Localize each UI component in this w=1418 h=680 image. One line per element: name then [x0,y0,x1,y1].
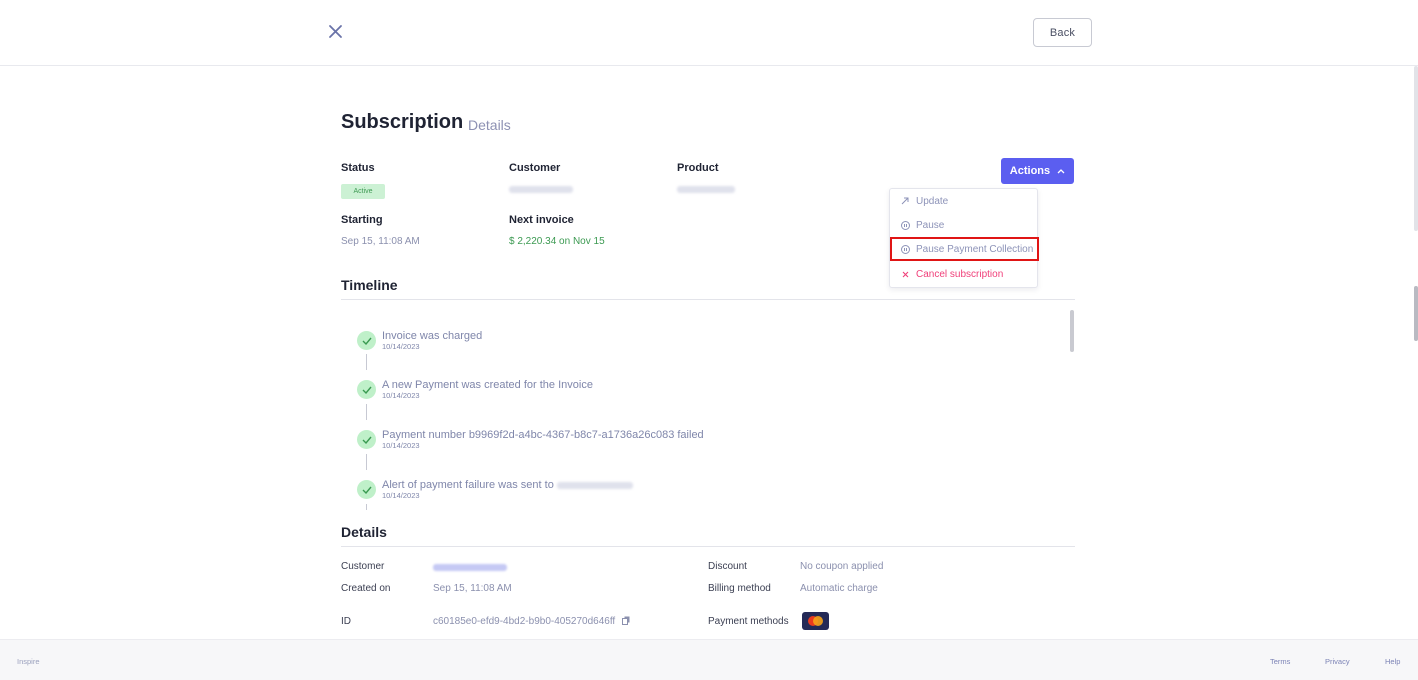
next-invoice-label: Next invoice [509,214,574,226]
timeline-event-title: Payment number b9969f2d-a4bc-4367-b8c7-a… [382,429,704,441]
menu-item-label: Update [916,195,949,207]
timeline-event-date: 10/14/2023 [382,491,420,500]
timeline-event-title: Alert of payment failure was sent to [382,479,633,491]
timeline-connector [366,404,367,420]
actions-button[interactable]: Actions [1001,158,1074,184]
starting-value: Sep 15, 11:08 AM [341,236,420,247]
check-icon [357,331,376,350]
chevron-up-icon [1057,165,1065,177]
details-customer-label: Customer [341,561,385,572]
pause-circle-icon [900,244,910,254]
timeline-event-title: A new Payment was created for the Invoic… [382,379,593,391]
details-billing-label: Billing method [708,583,771,594]
details-discount-value: No coupon applied [800,561,884,572]
scrollbar-thumb[interactable] [1414,286,1418,341]
status-label: Status [341,162,375,174]
x-icon [900,269,910,279]
status-badge: Active [341,184,385,199]
copy-icon[interactable] [621,616,630,625]
customer-link[interactable] [433,564,507,571]
menu-item-pause[interactable]: Pause [890,213,1039,237]
footer-link-privacy[interactable]: Privacy [1325,657,1350,666]
details-divider [341,546,1075,547]
menu-item-label: Cancel subscription [916,268,1004,280]
menu-item-update[interactable]: Update [890,189,1039,213]
timeline-list[interactable]: Invoice was charged 10/14/2023 A new Pay… [341,310,1075,510]
timeline-event-date: 10/14/2023 [382,441,420,450]
timeline-event: Payment number b9969f2d-a4bc-4367-b8c7-a… [341,423,1061,453]
pause-circle-icon [900,220,910,230]
footer-brand: Inspire [17,657,40,666]
timeline-divider [341,299,1075,300]
menu-item-label: Pause [916,219,945,231]
page-scrollbar[interactable] [1413,66,1418,639]
back-button[interactable]: Back [1033,18,1092,47]
page-title: Subscription [341,111,464,133]
menu-item-cancel-subscription[interactable]: Cancel subscription [890,262,1039,286]
timeline-event: A new Payment was created for the Invoic… [341,373,1061,403]
check-icon [357,380,376,399]
top-bar: Back [0,0,1418,66]
page-subtitle: Details [468,117,511,133]
details-discount-label: Discount [708,561,747,572]
starting-label: Starting [341,214,383,226]
details-id-label: ID [341,616,351,627]
product-label: Product [677,162,719,174]
timeline-event-title-text: Alert of payment failure was sent to [382,479,554,491]
arrow-up-right-icon [900,196,910,206]
details-created-label: Created on [341,583,391,594]
recipient-redacted [556,481,633,489]
footer: Inspire Terms Privacy Help [0,639,1418,680]
timeline-connector [366,504,367,510]
details-payment-methods-label: Payment methods [708,616,789,627]
details-created-value: Sep 15, 11:08 AM [433,583,512,594]
customer-label: Customer [509,162,561,174]
details-id-row: c60185e0-efd9-4bd2-b9b0-405270d646ff [433,616,630,627]
details-id-value: c60185e0-efd9-4bd2-b9b0-405270d646ff [433,616,616,627]
mastercard-icon [802,612,829,630]
footer-link-help[interactable]: Help [1385,657,1400,666]
check-icon [357,430,376,449]
details-billing-value: Automatic charge [800,583,878,594]
timeline-event-date: 10/14/2023 [382,391,420,400]
timeline-connector [366,354,367,370]
actions-dropdown: Update Pause Pause Payment Collection Ca… [889,188,1039,288]
details-title: Details [341,524,387,540]
timeline-scrollbar[interactable] [1070,310,1074,352]
timeline-title: Timeline [341,277,398,293]
timeline-event-date: 10/14/2023 [382,342,420,351]
footer-link-terms[interactable]: Terms [1270,657,1290,666]
close-icon[interactable] [326,22,346,42]
customer-name-redacted [509,186,573,193]
timeline-event: Alert of payment failure was sent to 10/… [341,473,1061,503]
product-name-redacted [677,186,735,193]
actions-button-label: Actions [1009,165,1051,177]
menu-item-label: Pause Payment Collection [916,243,1034,255]
timeline-event-title: Invoice was charged [382,330,483,342]
timeline-event: Invoice was charged 10/14/2023 [341,324,1061,354]
menu-item-pause-payment-collection[interactable]: Pause Payment Collection [890,237,1039,261]
check-icon [357,480,376,499]
scrollbar-track [1414,66,1418,231]
timeline-connector [366,454,367,470]
next-invoice-value: $ 2,220.34 on Nov 15 [509,236,605,247]
